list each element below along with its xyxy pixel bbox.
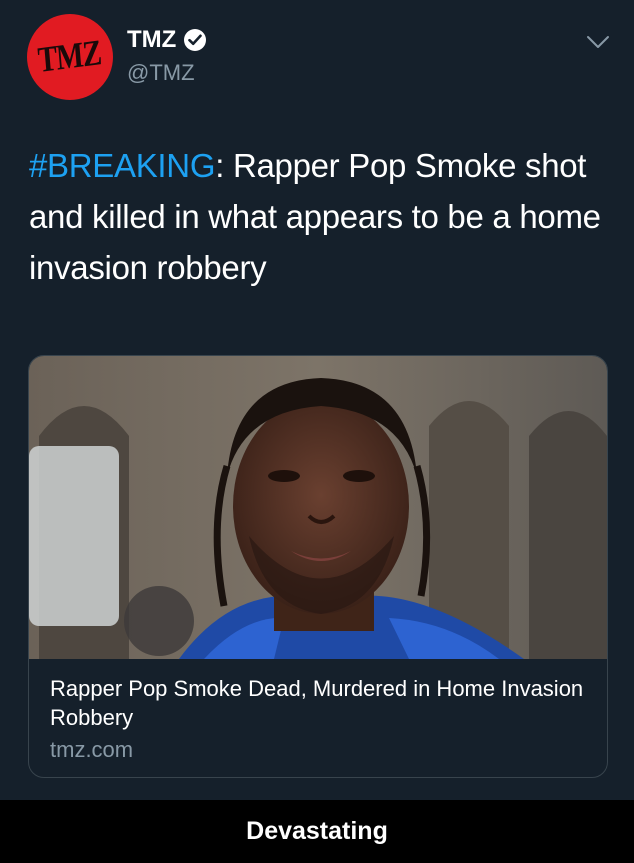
card-title[interactable]: Rapper Pop Smoke Dead, Murdered in Home … [50, 674, 590, 732]
avatar[interactable]: TMZ [27, 14, 113, 100]
caption-text: Devastating [246, 817, 388, 845]
hashtag-link[interactable]: #BREAKING [29, 147, 216, 184]
link-card[interactable]: Rapper Pop Smoke Dead, Murdered in Home … [28, 355, 608, 778]
tweet: TMZ TMZ @TMZ #BREAKING: Rapper Pop Smoke… [0, 0, 634, 800]
tmz-logo: TMZ [36, 32, 103, 81]
chevron-down-icon[interactable] [585, 34, 611, 50]
verified-badge-icon [184, 29, 207, 51]
meme-caption: Devastating [0, 800, 634, 863]
author-display-name[interactable]: TMZ [127, 26, 176, 54]
author-handle[interactable]: @TMZ [127, 60, 195, 86]
author-name-row: TMZ [127, 26, 207, 54]
card-domain: tmz.com [50, 737, 134, 762]
card-image [29, 356, 607, 659]
tweet-text: #BREAKING: Rapper Pop Smoke shot and kil… [29, 140, 619, 293]
